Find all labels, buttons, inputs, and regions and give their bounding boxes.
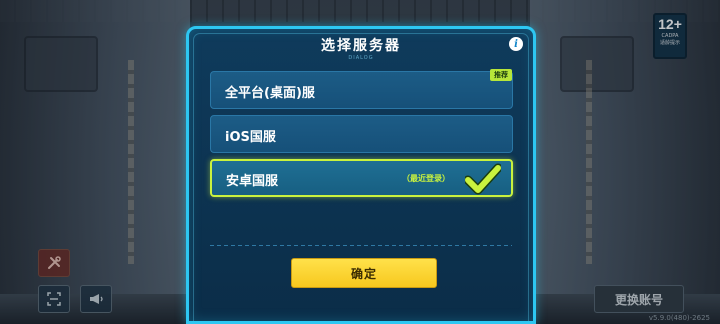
server-label: 全平台(桌面)服: [225, 86, 315, 101]
server-option-android[interactable]: 安卓国服 （最近登录）: [210, 159, 513, 197]
info-icon: i: [514, 38, 518, 50]
server-select-dialog: 选择服务器 DIALOG i 全平台(桌面)服 推荐 iOS国服 安卓国服 （最…: [186, 26, 536, 324]
dialog-subtitle: DIALOG: [348, 55, 374, 61]
check-icon: [465, 163, 501, 195]
confirm-button[interactable]: 确定: [291, 258, 437, 288]
dialog-title: 选择服务器: [321, 38, 401, 54]
recent-login-tag: （最近登录）: [402, 174, 450, 183]
info-button[interactable]: i: [509, 37, 523, 51]
dialog-divider: [210, 245, 512, 246]
server-option-ios[interactable]: iOS国服: [210, 115, 513, 153]
server-label: iOS国服: [225, 130, 276, 145]
game-scene: 12+ CADPA 适龄提示 — · — 更换账号 v5.9.0(480)-26…: [0, 0, 720, 324]
server-list: 全平台(桌面)服 推荐 iOS国服 安卓国服 （最近登录）: [210, 69, 513, 203]
server-label: 安卓国服: [226, 174, 279, 189]
server-option-desktop[interactable]: 全平台(桌面)服 推荐: [210, 69, 513, 109]
recommend-badge: 推荐: [490, 69, 512, 81]
